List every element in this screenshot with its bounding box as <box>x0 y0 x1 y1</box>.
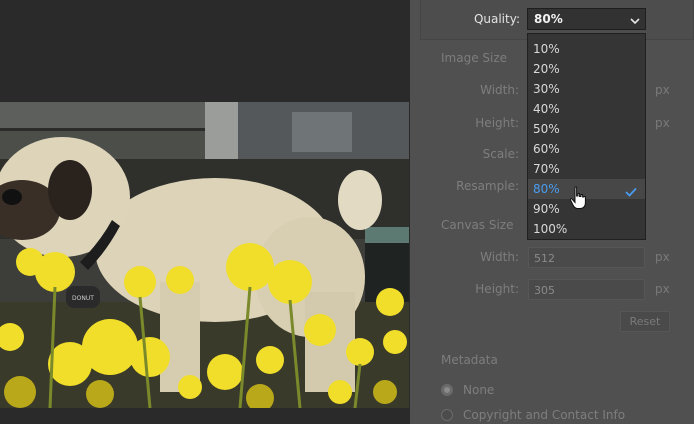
canvas-height-label: Height: <box>475 282 519 296</box>
image-size-title: Image Size <box>441 51 508 65</box>
quality-option-60[interactable]: 60% <box>528 139 645 159</box>
image-height-label: Height: <box>475 116 519 130</box>
hand-cursor-icon <box>569 186 587 214</box>
canvas-size-title: Canvas Size <box>441 218 514 232</box>
scale-label: Scale: <box>482 147 519 161</box>
canvas-width-label: Width: <box>480 250 519 264</box>
quality-option-70[interactable]: 70% <box>528 159 645 179</box>
chevron-down-icon <box>630 14 640 28</box>
image-width-label: Width: <box>480 83 519 97</box>
quality-option-40[interactable]: 40% <box>528 99 645 119</box>
reset-button[interactable]: Reset <box>620 311 670 332</box>
canvas-height-input[interactable]: 305 <box>528 279 645 300</box>
metadata-none-radio[interactable] <box>441 384 453 396</box>
quality-option-30[interactable]: 30% <box>528 79 645 99</box>
image-preview: DONUT <box>0 102 409 408</box>
metadata-none-label: None <box>463 383 495 397</box>
metadata-copyright-radio[interactable] <box>441 409 453 421</box>
quality-option-10[interactable]: 10% <box>528 39 645 59</box>
image-width-unit: px <box>655 83 670 97</box>
canvas-width-input[interactable]: 512 <box>528 247 645 268</box>
quality-option-100[interactable]: 100% <box>528 219 645 239</box>
quality-value: 80% <box>534 12 563 26</box>
quality-option-50[interactable]: 50% <box>528 119 645 139</box>
quality-dropdown[interactable]: 80% <box>527 8 646 30</box>
quality-option-80-label: 80% <box>533 182 560 196</box>
metadata-copyright-label: Copyright and Contact Info <box>463 408 626 422</box>
canvas-height-unit: px <box>655 282 670 296</box>
dog-tag-text: DONUT <box>72 295 94 302</box>
metadata-title: Metadata <box>441 353 498 367</box>
canvas-width-unit: px <box>655 250 670 264</box>
quality-label: Quality: <box>473 12 520 26</box>
image-height-unit: px <box>655 116 670 130</box>
resample-label: Resample: <box>456 179 519 193</box>
quality-option-20[interactable]: 20% <box>528 59 645 79</box>
preview-area: DONUT <box>0 0 410 424</box>
